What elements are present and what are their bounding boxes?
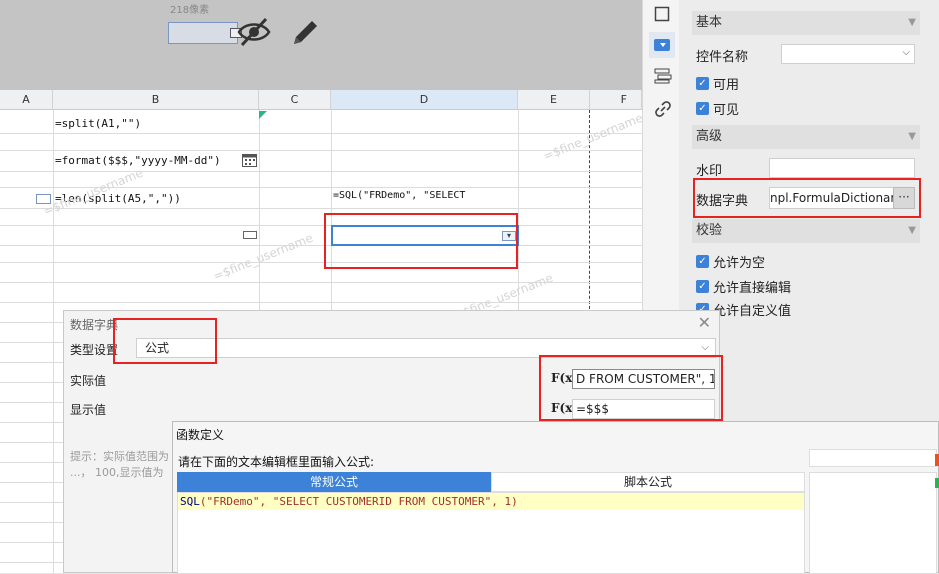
enabled-label: 可用 (713, 78, 740, 93)
code-function-name: SQL (180, 495, 200, 508)
type-setting-label: 类型设置 (70, 343, 119, 357)
watermark-text: =$fine_username (211, 230, 315, 284)
chevron-down-icon[interactable]: ⌵ (701, 339, 709, 357)
data-dict-field[interactable]: npl.FormulaDictionary (769, 187, 894, 209)
grid-line (0, 133, 642, 134)
section-validation-label: 校验 (696, 223, 723, 238)
checkbox-checked-icon: ✓ (696, 255, 709, 268)
hint-text: 提示：实际值范围为 ...， 100,显示值为 (70, 449, 169, 481)
grid-line (0, 208, 642, 209)
allow-empty-label: 允许为空 (713, 256, 766, 271)
size-label: 218像素 (170, 5, 210, 16)
control-name-label: 控件名称 (696, 50, 749, 65)
watermark-label: 水印 (696, 164, 723, 179)
watermark-text: =$fine_username (541, 110, 642, 164)
checkbox-checked-icon: ✓ (696, 102, 709, 115)
allow-empty-checkbox[interactable]: ✓ 允许为空 (696, 252, 765, 271)
grid-line (0, 302, 642, 303)
column-header-b[interactable]: B (53, 90, 259, 110)
collapse-caret-icon[interactable]: ▼ (908, 219, 916, 243)
dialog-title: 函数定义 (176, 428, 225, 442)
pencil-icon[interactable] (290, 16, 322, 48)
calendar-icon[interactable] (242, 153, 257, 167)
function-search-input[interactable] (809, 449, 937, 467)
widget-preview-area: 218像素 (0, 0, 642, 90)
collapse-caret-icon[interactable]: ▼ (908, 11, 916, 35)
status-indicator (935, 478, 939, 488)
watermark-input[interactable] (769, 158, 915, 178)
selected-cell-d5[interactable] (331, 225, 519, 246)
display-value-input[interactable]: =$$$ (572, 399, 715, 419)
widget-properties-tab[interactable] (649, 32, 675, 58)
dialog-title: 数据字典 (70, 318, 119, 332)
allow-edit-label: 允许直接编辑 (713, 281, 792, 296)
column-header-f[interactable]: F (590, 90, 642, 110)
allow-custom-label: 允许自定义值 (713, 304, 792, 319)
section-basic-label: 基本 (696, 15, 723, 30)
hint-line: ...， 100,显示值为 (70, 466, 164, 479)
control-name-select[interactable]: ⌵ (781, 44, 915, 64)
cell-properties-icon[interactable] (654, 6, 670, 22)
display-value-label: 显示值 (70, 403, 107, 417)
column-header-d[interactable]: D (331, 90, 518, 110)
eye-off-icon[interactable] (236, 16, 272, 48)
chevron-down-icon[interactable]: ⌵ (902, 47, 910, 58)
data-dict-label: 数据字典 (696, 194, 749, 209)
section-basic[interactable]: 基本 ▼ (692, 11, 920, 35)
type-select-value: 公式 (145, 341, 170, 355)
column-header-c[interactable]: C (259, 90, 331, 110)
checkbox-checked-icon: ✓ (696, 280, 709, 293)
cell-marker-icon (259, 111, 267, 119)
function-list[interactable] (809, 472, 937, 574)
cell-b1[interactable]: =split(A1,"") (55, 117, 141, 130)
actual-value-input[interactable]: D FROM CUSTOMER", 1) (572, 369, 715, 389)
column-header-e[interactable]: E (518, 90, 590, 110)
section-advanced[interactable]: 高级 ▼ (692, 125, 920, 149)
formula-code-line[interactable]: SQL("FRDemo", "SELECT CUSTOMERID FROM CU… (178, 493, 804, 510)
function-definition-dialog: 函数定义 请在下面的文本编辑框里面输入公式: 常规公式 脚本公式 SQL("FR… (172, 421, 939, 574)
visible-label: 可见 (713, 103, 740, 118)
grid-line (0, 171, 642, 172)
tab-script-formula[interactable]: 脚本公式 (491, 472, 805, 492)
allow-edit-checkbox[interactable]: ✓ 允许直接编辑 (696, 277, 791, 296)
dropdown-widget-icon[interactable]: ▾ (502, 231, 516, 241)
tab-normal-formula[interactable]: 常规公式 (177, 472, 491, 492)
enabled-checkbox[interactable]: ✓ 可用 (696, 74, 739, 93)
widget-icon (654, 39, 670, 51)
cell-d3[interactable]: =SQL("FRDemo", "SELECT (333, 190, 465, 201)
widget-placeholder[interactable] (168, 22, 238, 44)
column-header-a[interactable]: A (0, 90, 53, 110)
checkbox-checked-icon: ✓ (696, 77, 709, 90)
grid-line (0, 245, 642, 246)
hyperlink-icon[interactable] (654, 100, 672, 118)
status-indicator (935, 454, 939, 466)
section-advanced-label: 高级 (696, 129, 723, 144)
grid-line (0, 262, 642, 263)
textbox-widget-icon[interactable] (243, 231, 257, 239)
grid-line (0, 225, 642, 226)
data-dict-edit-button[interactable]: ··· (893, 187, 915, 209)
close-icon[interactable]: ✕ (698, 313, 711, 332)
type-select[interactable]: 公式 ⌵ (136, 338, 716, 358)
actual-value-label: 实际值 (70, 374, 107, 388)
section-validation[interactable]: 校验 ▼ (692, 219, 920, 243)
collapse-caret-icon[interactable]: ▼ (908, 125, 916, 149)
condition-attribute-icon[interactable] (654, 68, 672, 84)
hint-line: 提示：实际值范围为 (70, 450, 169, 463)
formula-editor[interactable]: SQL("FRDemo", "SELECT CUSTOMERID FROM CU… (177, 492, 805, 574)
code-arguments: ("FRDemo", "SELECT CUSTOMERID FROM CUSTO… (199, 495, 518, 508)
instruction-text: 请在下面的文本编辑框里面输入公式: (178, 455, 375, 469)
visible-checkbox[interactable]: ✓ 可见 (696, 99, 739, 118)
